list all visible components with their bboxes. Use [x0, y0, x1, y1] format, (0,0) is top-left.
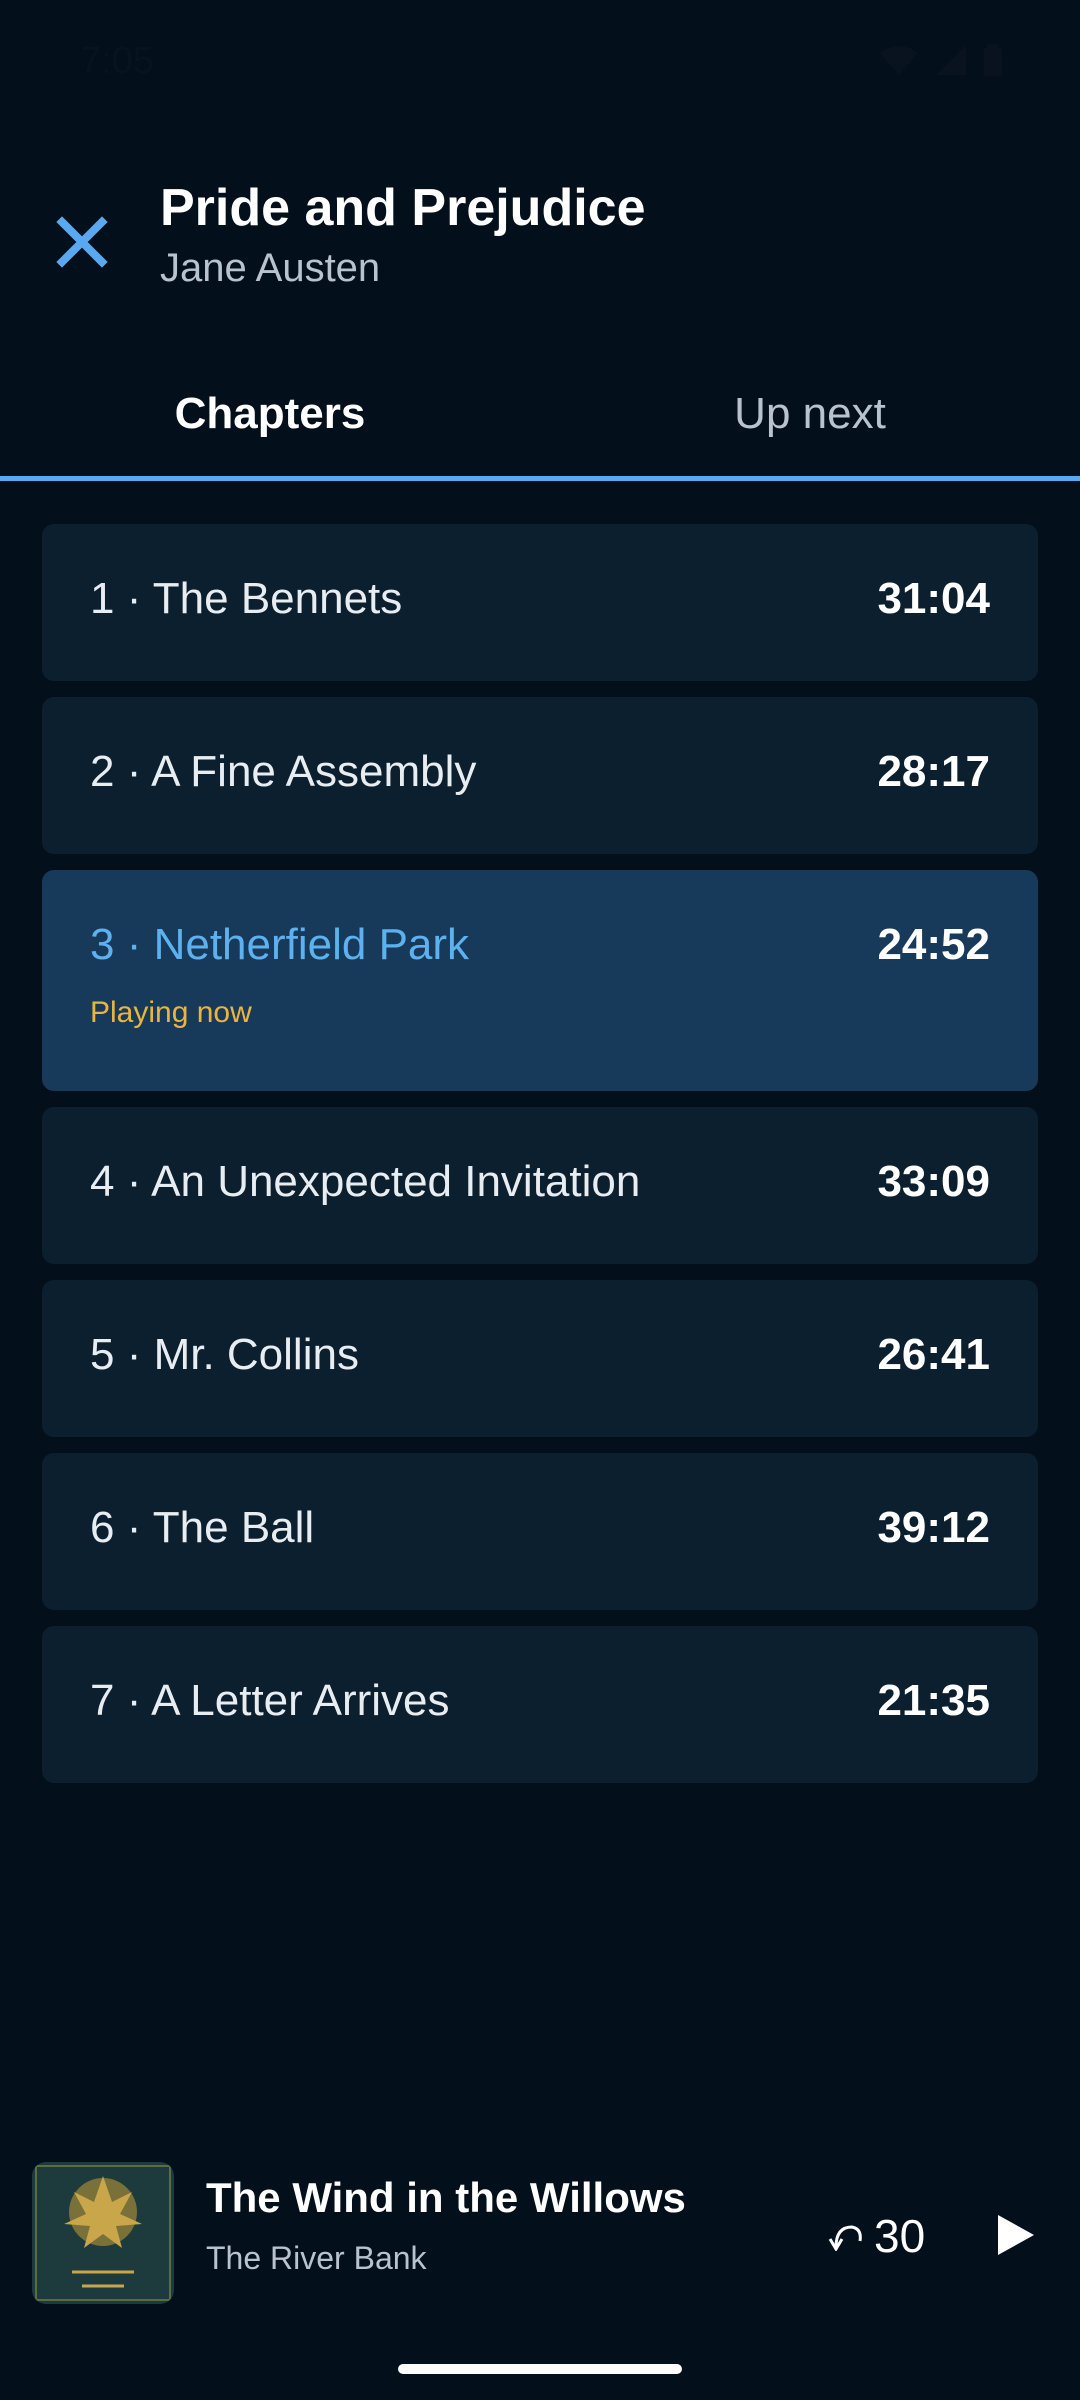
status-icons — [880, 44, 1002, 76]
book-title: Pride and Prejudice — [160, 179, 646, 237]
skip-back-button[interactable]: 30 — [828, 2196, 958, 2276]
chapter-title: 3 · Netherfield Park — [90, 920, 470, 969]
chapter-duration: 33:09 — [877, 1157, 990, 1206]
close-button[interactable] — [50, 210, 114, 274]
chapter-title: 2 · A Fine Assembly — [90, 747, 477, 796]
now-playing-chapter: The River Bank — [206, 2240, 427, 2276]
close-icon — [56, 216, 108, 268]
tab-up-next[interactable]: Up next — [540, 346, 1080, 482]
chapter-title: 5 · Mr. Collins — [90, 1330, 359, 1379]
tab-chapters[interactable]: Chapters — [0, 346, 540, 482]
chapter-title: 1 · The Bennets — [90, 574, 403, 623]
tab-bar: Chapters Up next — [0, 346, 1080, 482]
chapter-item-5[interactable]: 5 · Mr. Collins 26:41 — [42, 1280, 1038, 1437]
chapter-duration: 24:52 — [877, 920, 990, 969]
book-cover[interactable] — [32, 2162, 174, 2304]
chapter-title: 6 · The Ball — [90, 1503, 315, 1552]
chapter-item-7[interactable]: 7 · A Letter Arrives 21:35 — [42, 1626, 1038, 1783]
home-indicator[interactable] — [398, 2364, 682, 2374]
chapter-duration: 21:35 — [877, 1676, 990, 1725]
chapter-duration: 31:04 — [877, 574, 990, 623]
chapter-duration: 39:12 — [877, 1503, 990, 1552]
battery-icon — [984, 44, 1002, 76]
skip-seconds: 30 — [874, 2210, 926, 2262]
signal-icon — [936, 45, 966, 75]
now-playing-title: The Wind in the Willows — [206, 2174, 686, 2221]
status-bar: 7:05 — [0, 0, 1080, 128]
play-icon — [998, 2215, 1034, 2255]
playing-now-label: Playing now — [90, 996, 252, 1029]
mini-player[interactable]: The Wind in the Willows The River Bank 3… — [0, 2140, 1080, 2330]
chapter-duration: 28:17 — [877, 747, 990, 796]
rewind-icon — [828, 2225, 862, 2251]
tab-indicator — [0, 476, 1080, 481]
chapter-item-4[interactable]: 4 · An Unexpected Invitation 33:09 — [42, 1107, 1038, 1264]
book-cover-art — [32, 2162, 174, 2304]
chapter-title: 7 · A Letter Arrives — [90, 1676, 450, 1725]
status-time: 7:05 — [80, 40, 154, 82]
chapter-title: 4 · An Unexpected Invitation — [90, 1157, 641, 1206]
chapter-duration: 26:41 — [877, 1330, 990, 1379]
chapter-list: 1 · The Bennets 31:04 2 · A Fine Assembl… — [42, 524, 1038, 1799]
chapter-item-3-current[interactable]: 3 · Netherfield Park 24:52 Playing now — [42, 870, 1038, 1091]
header: Pride and Prejudice Jane Austen — [0, 160, 1080, 320]
chapter-item-1[interactable]: 1 · The Bennets 31:04 — [42, 524, 1038, 681]
chapter-item-6[interactable]: 6 · The Ball 39:12 — [42, 1453, 1038, 1610]
chapter-item-2[interactable]: 2 · A Fine Assembly 28:17 — [42, 697, 1038, 854]
book-author: Jane Austen — [160, 246, 381, 290]
wifi-icon — [880, 46, 918, 75]
play-button[interactable] — [984, 2200, 1048, 2270]
